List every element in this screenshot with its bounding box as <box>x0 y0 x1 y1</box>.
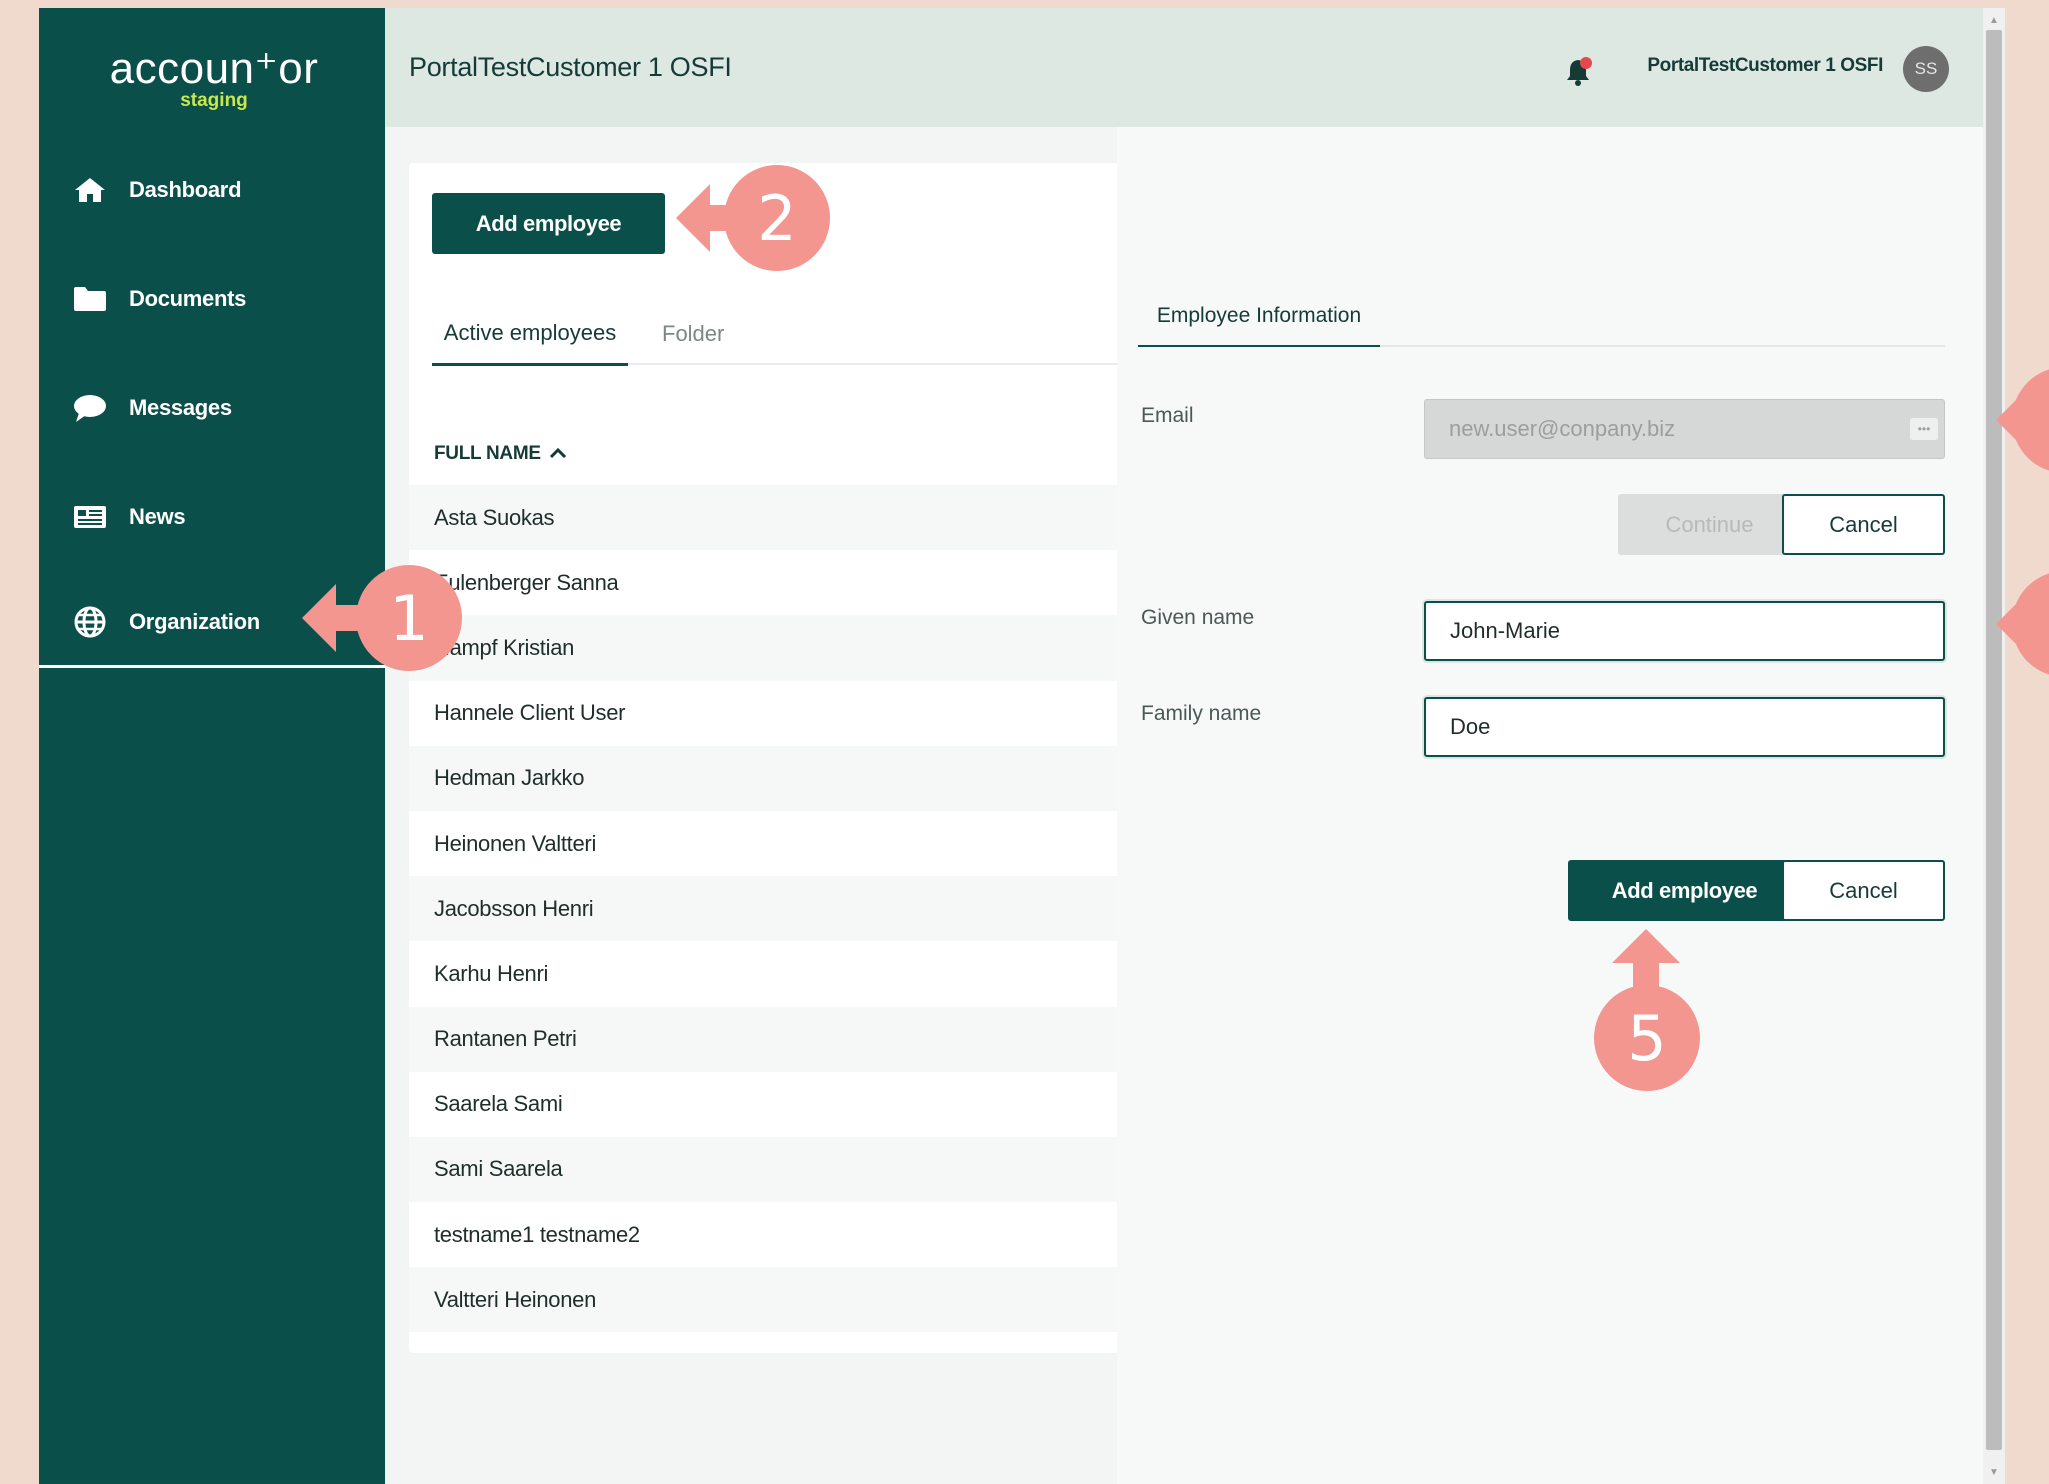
scrollbar[interactable]: ▲ ▼ <box>1983 8 2005 1484</box>
table-row[interactable]: Hedman Jarkko <box>409 745 1129 811</box>
sidebar-item-label: Documents <box>129 286 247 311</box>
column-header-full-name[interactable]: FULL NAME <box>434 443 567 465</box>
sidebar: accoun⁺or staging Dashboard Documents Me… <box>39 8 385 1484</box>
sidebar-item-label: Dashboard <box>129 177 242 202</box>
tab-employee-information[interactable]: Employee Information <box>1138 286 1380 347</box>
table-row[interactable]: Hampf Kristian <box>409 615 1129 681</box>
top-header: PortalTestCustomer 1 OSFI PortalTestCust… <box>385 8 1983 127</box>
sidebar-item-label: Organization <box>129 608 260 634</box>
table-row[interactable]: Hannele Client User <box>409 681 1129 746</box>
sidebar-item-label: News <box>129 504 186 529</box>
employee-list-card: Add employee Active employees Folder FUL… <box>409 163 1129 1353</box>
table-row[interactable]: Karhu Henri <box>409 941 1129 1006</box>
table-row[interactable]: Asta Suokas <box>409 485 1129 551</box>
newspaper-icon <box>71 502 109 532</box>
employee-info-panel: Employee Information Email ••• Continue … <box>1117 127 1983 1484</box>
password-manager-icon[interactable]: ••• <box>1910 418 1938 440</box>
add-employee-submit-button[interactable]: Add employee <box>1568 860 1801 921</box>
logo-text: accoun⁺or <box>109 44 319 93</box>
sidebar-item-documents[interactable]: Documents <box>39 254 385 344</box>
table-row[interactable]: Saarela Sami <box>409 1072 1129 1137</box>
avatar[interactable]: SS <box>1903 46 1949 92</box>
sort-ascending-icon <box>549 443 567 465</box>
sidebar-item-news[interactable]: News <box>39 472 385 562</box>
sidebar-item-label: Messages <box>129 395 232 420</box>
scroll-up-arrow-icon[interactable]: ▲ <box>1983 10 2005 30</box>
folder-icon <box>71 284 109 314</box>
page-title: PortalTestCustomer 1 OSFI <box>409 52 732 82</box>
accountor-logo[interactable]: accoun⁺or staging <box>109 43 319 112</box>
add-employee-button[interactable]: Add employee <box>432 193 665 254</box>
scroll-down-arrow-icon[interactable]: ▼ <box>1983 1462 2005 1482</box>
email-field[interactable] <box>1424 399 1945 459</box>
globe-icon <box>71 606 109 637</box>
tab-folder[interactable]: Folder <box>662 303 724 365</box>
table-row[interactable]: testname1 testname2 <box>409 1202 1129 1267</box>
continue-button[interactable]: Continue <box>1618 494 1801 555</box>
employee-table-body: Asta Suokas Eulenberger Sanna Hampf Kris… <box>409 485 1129 1333</box>
column-header-label: FULL NAME <box>434 443 541 464</box>
email-label: Email <box>1141 404 1194 427</box>
given-name-label: Given name <box>1141 606 1255 629</box>
table-row[interactable]: Eulenberger Sanna <box>409 550 1129 615</box>
bell-icon[interactable] <box>1565 56 1593 86</box>
family-name-label: Family name <box>1141 702 1262 725</box>
home-icon <box>71 175 109 205</box>
table-row[interactable]: Sami Saarela <box>409 1136 1129 1203</box>
cancel-button[interactable]: Cancel <box>1782 494 1945 555</box>
app-window: accoun⁺or staging Dashboard Documents Me… <box>39 8 2005 1484</box>
given-name-field[interactable] <box>1424 601 1945 661</box>
user-name[interactable]: PortalTestCustomer 1 OSFI <box>1647 55 1883 77</box>
tab-active-employees[interactable]: Active employees <box>432 303 628 366</box>
employee-tabs: Active employees Folder <box>432 303 1129 366</box>
cancel-form-button[interactable]: Cancel <box>1782 860 1945 921</box>
sidebar-item-dashboard[interactable]: Dashboard <box>39 145 385 235</box>
table-row[interactable]: Valtteri Heinonen <box>409 1267 1129 1333</box>
table-row[interactable]: Heinonen Valtteri <box>409 811 1129 876</box>
sidebar-item-messages[interactable]: Messages <box>39 363 385 453</box>
scrollbar-thumb[interactable] <box>1986 30 2002 1450</box>
family-name-field[interactable] <box>1424 697 1945 757</box>
chat-bubble-icon <box>71 393 109 423</box>
table-row[interactable]: Rantanen Petri <box>409 1006 1129 1072</box>
table-row[interactable]: Jacobsson Henri <box>409 876 1129 942</box>
